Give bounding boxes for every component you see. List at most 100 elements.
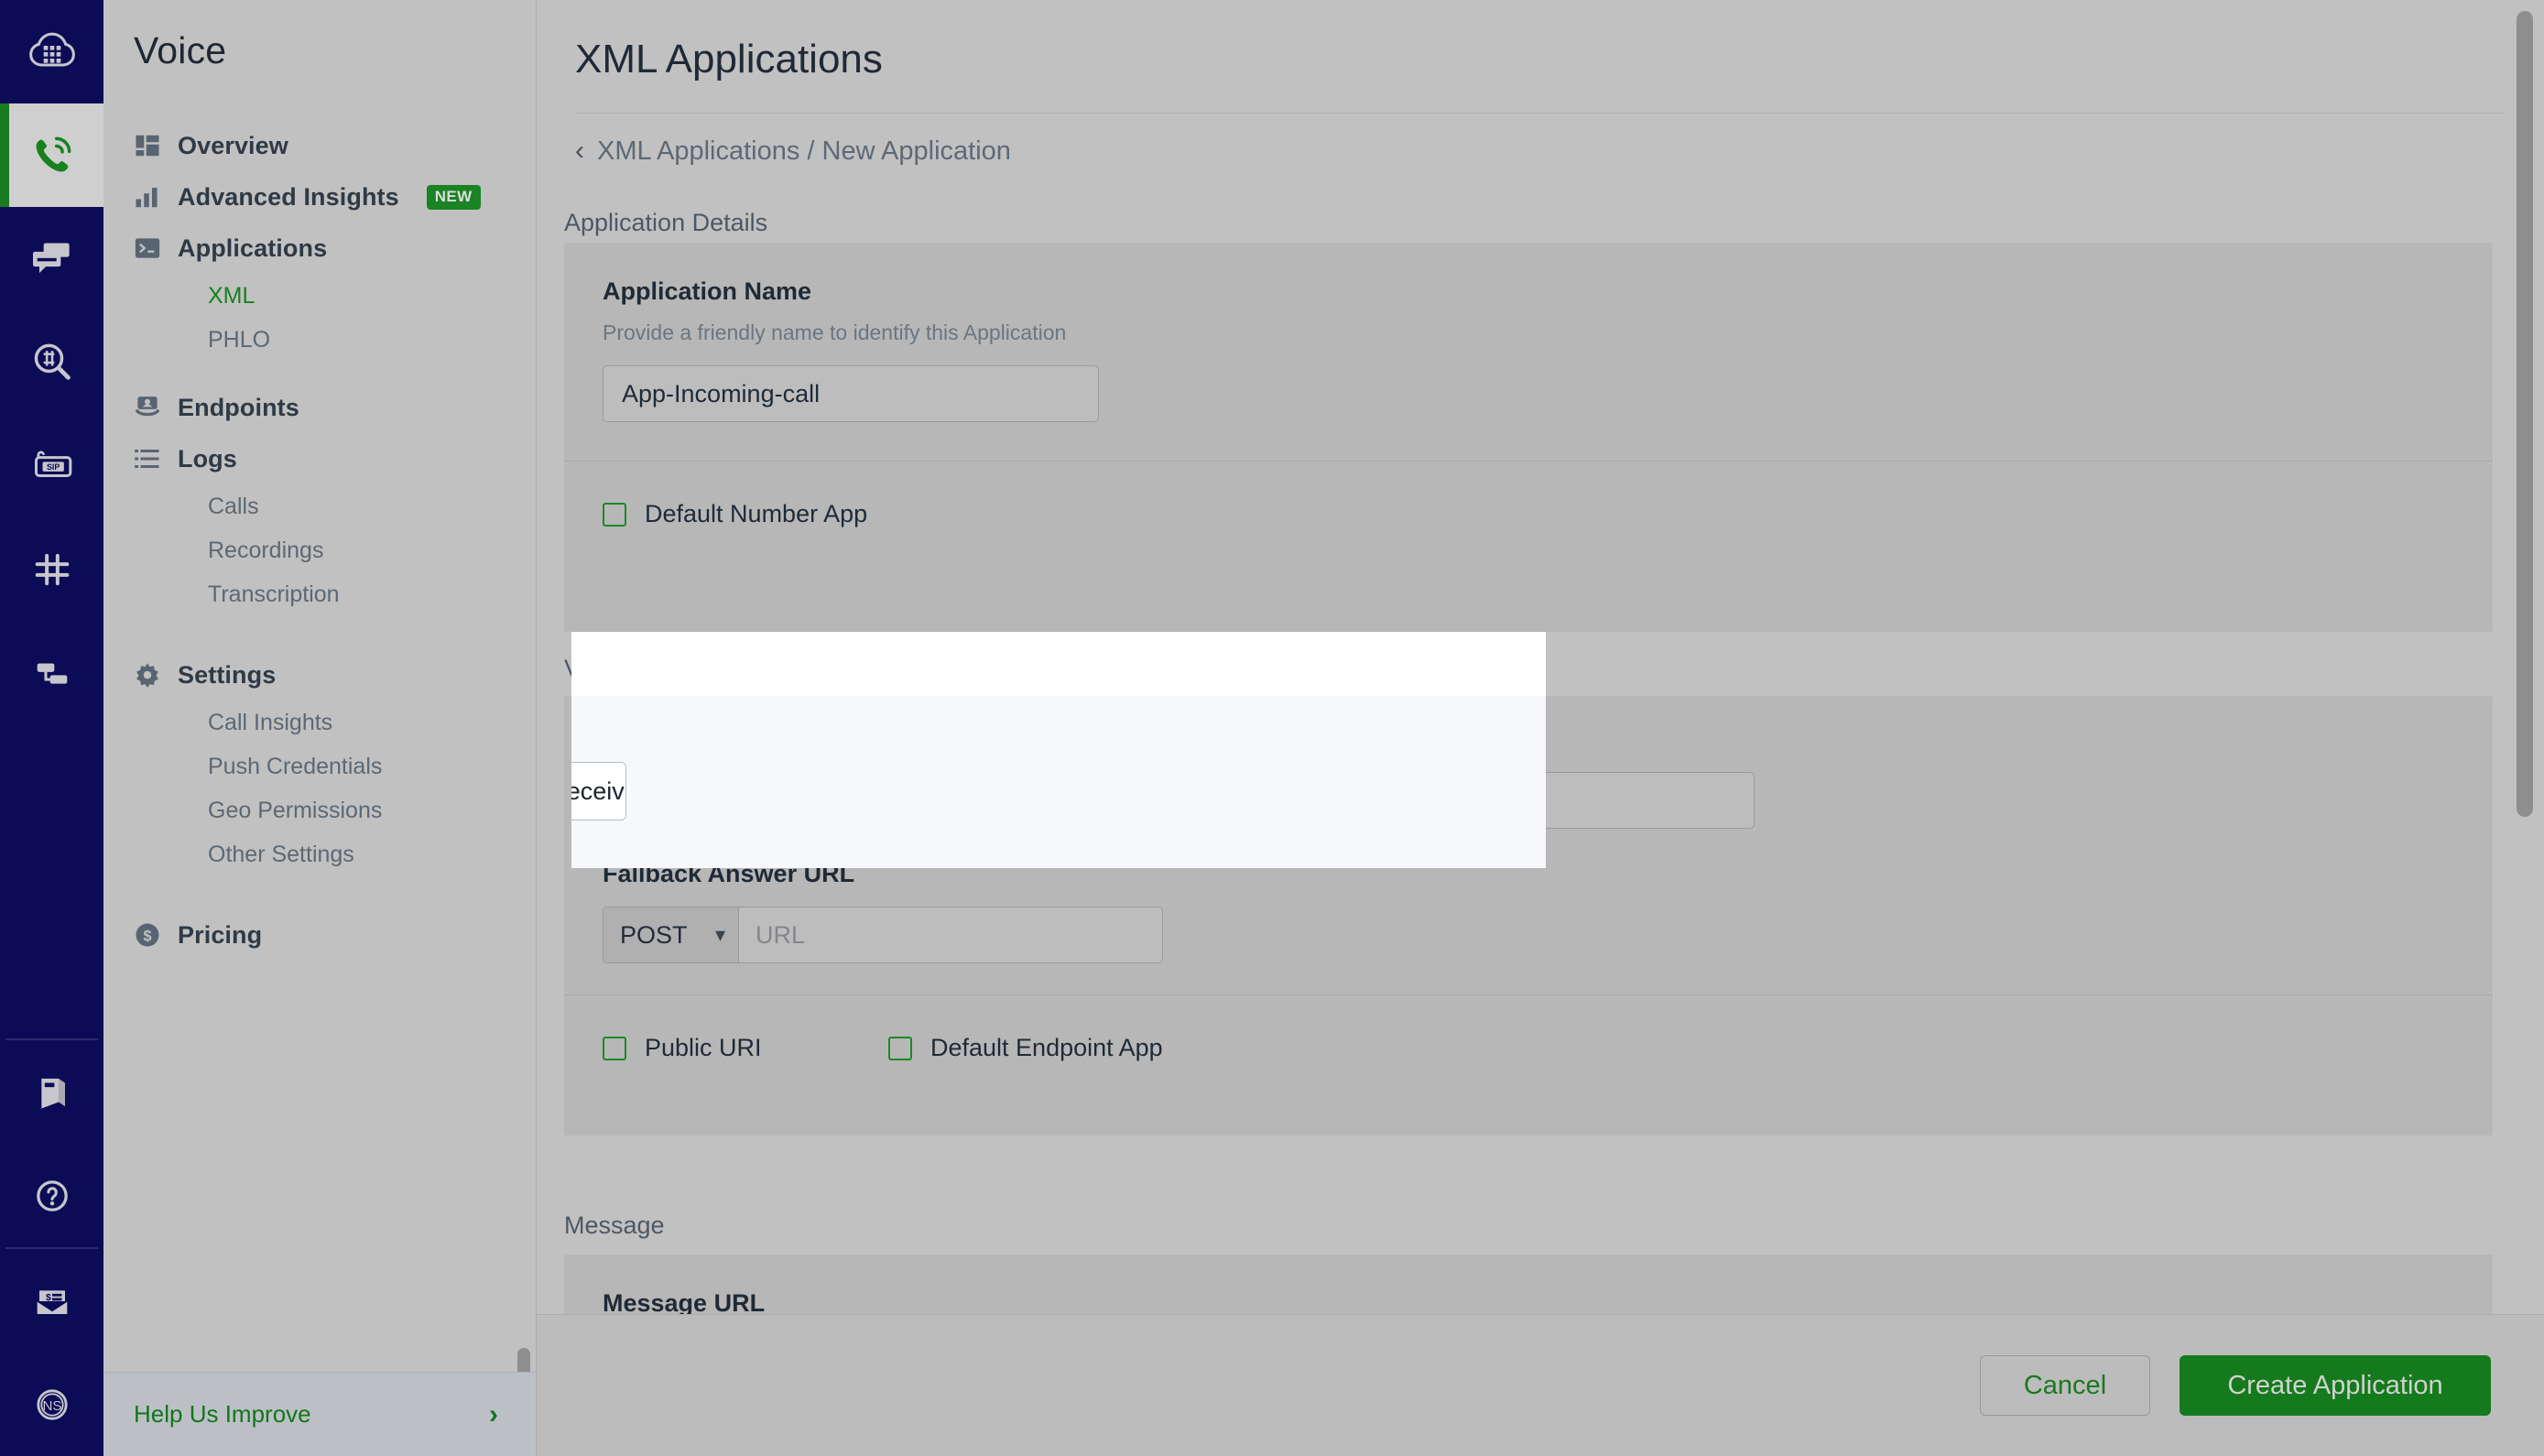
sip-trunking-icon: SIP bbox=[27, 440, 78, 492]
application-name-hint: Provide a friendly name to identify this… bbox=[603, 321, 2493, 345]
rail-item-sip-trunking[interactable]: SIP bbox=[0, 414, 103, 517]
sidebar-item-pricing[interactable]: $ Pricing bbox=[134, 909, 536, 961]
endpoint-icon bbox=[134, 394, 161, 421]
checkbox-public-uri[interactable] bbox=[603, 1037, 626, 1060]
rail-item-messaging[interactable] bbox=[0, 207, 103, 310]
applications-subnav: XML PHLO bbox=[134, 274, 536, 362]
spotlight-primary-answer-url-input[interactable]: https://6764a0cb5536.ngrok.io/receive_ca… bbox=[571, 763, 626, 820]
sidebar-subitem-xml[interactable]: XML bbox=[208, 274, 536, 318]
sidebar-item-label: Logs bbox=[178, 445, 237, 473]
application-details-card: Application Name Provide a friendly name… bbox=[564, 243, 2493, 632]
rail-item-verify[interactable] bbox=[0, 621, 103, 724]
sidebar-item-label: Advanced Insights bbox=[178, 183, 399, 212]
terminal-icon bbox=[134, 234, 161, 262]
sidebar-item-overview[interactable]: Overview bbox=[134, 120, 536, 171]
sidebar-nav: Overview Advanced Insights NEW bbox=[103, 120, 536, 961]
rail-item-account-avatar[interactable]: NS bbox=[0, 1353, 103, 1456]
section-label-application-details: Application Details bbox=[564, 209, 767, 237]
checkbox-default-number-app[interactable] bbox=[603, 503, 626, 527]
fallback-answer-url-group[interactable]: POST ▾ URL bbox=[603, 907, 1163, 963]
voice-checkbox-row: Public URI Default Endpoint App bbox=[564, 995, 2493, 1062]
rail-spacer bbox=[0, 724, 103, 1038]
sidebar-item-label: Settings bbox=[178, 661, 276, 690]
dollar-icon: $ bbox=[134, 921, 161, 949]
breadcrumb[interactable]: ‹ XML Applications / New Application bbox=[575, 136, 1011, 167]
application-name-input[interactable]: App-Incoming-call bbox=[603, 365, 1099, 422]
fallback-answer-url-input[interactable]: URL bbox=[739, 907, 1162, 962]
application-name-label: Application Name bbox=[603, 277, 2493, 306]
help-us-improve-button[interactable]: Help Us Improve › bbox=[103, 1372, 537, 1456]
fallback-answer-url-field: Fallback Answer URL POST ▾ URL bbox=[603, 860, 1163, 963]
bar-chart-icon bbox=[134, 183, 161, 211]
cancel-button[interactable]: Cancel bbox=[1980, 1355, 2150, 1416]
rail-item-number-lookup[interactable] bbox=[0, 310, 103, 414]
svg-text:$: $ bbox=[46, 1291, 51, 1302]
secondary-sidebar: Voice Overview bbox=[103, 0, 537, 1456]
spotlight-content: Voice Primary Answer URL POST ▾ https://… bbox=[571, 632, 1546, 868]
breadcrumb-text: XML Applications / New Application bbox=[597, 136, 1011, 167]
method-value: POST bbox=[620, 921, 688, 950]
voice-phone-icon bbox=[27, 130, 78, 181]
rail-item-docs[interactable] bbox=[0, 1040, 103, 1144]
default-endpoint-app-label: Default Endpoint App bbox=[930, 1034, 1163, 1062]
new-badge: NEW bbox=[427, 185, 481, 210]
form-footer: Cancel Create Application bbox=[537, 1314, 2544, 1456]
default-number-app-checkbox-row[interactable]: Default Number App bbox=[603, 500, 2493, 528]
nav-gap bbox=[134, 616, 536, 649]
sidebar-subitem-transcription[interactable]: Transcription bbox=[208, 572, 536, 616]
default-endpoint-app-checkbox-row[interactable]: Default Endpoint App bbox=[888, 1034, 1163, 1062]
voice-url-row-2: Fallback Answer URL POST ▾ URL bbox=[564, 860, 2493, 994]
sidebar-item-applications[interactable]: Applications bbox=[134, 223, 536, 274]
message-url-row: Message URL bbox=[564, 1255, 2493, 1318]
gear-icon bbox=[134, 661, 161, 689]
settings-subnav: Call Insights Push Credentials Geo Permi… bbox=[134, 701, 536, 876]
svg-text:$: $ bbox=[143, 928, 151, 944]
sidebar-subitem-calls[interactable]: Calls bbox=[208, 484, 536, 528]
sidebar-item-endpoints[interactable]: Endpoints bbox=[134, 382, 536, 433]
help-us-improve-label: Help Us Improve bbox=[134, 1400, 311, 1429]
sidebar-subitem-push-credentials[interactable]: Push Credentials bbox=[208, 744, 536, 788]
sidebar-subitem-recordings[interactable]: Recordings bbox=[208, 528, 536, 572]
app-root: SIP bbox=[0, 0, 2544, 1456]
highlight-spotlight-overlay: Voice Primary Answer URL POST ▾ https://… bbox=[571, 632, 1546, 868]
application-name-value: App-Incoming-call bbox=[622, 380, 820, 408]
default-number-app-row: Default Number App bbox=[564, 462, 2493, 528]
list-icon bbox=[134, 445, 161, 473]
rail-item-billing[interactable]: $ bbox=[0, 1249, 103, 1353]
account-avatar-icon: NS bbox=[27, 1379, 78, 1430]
sidebar-subitem-phlo[interactable]: PHLO bbox=[208, 318, 536, 362]
rail-item-logo[interactable] bbox=[0, 0, 103, 103]
spotlight-voice-card bbox=[571, 696, 1546, 868]
sidebar-subitem-geo-permissions[interactable]: Geo Permissions bbox=[208, 788, 536, 832]
nav-gap bbox=[134, 362, 536, 382]
number-lookup-icon bbox=[27, 337, 78, 388]
fallback-answer-url-method-select[interactable]: POST ▾ bbox=[603, 907, 739, 962]
rail-item-voice[interactable] bbox=[0, 103, 103, 207]
docs-book-icon bbox=[27, 1067, 78, 1118]
spotlight-primary-answer-url-group[interactable]: POST ▾ https://6764a0cb5536.ngrok.io/rec… bbox=[571, 762, 626, 820]
messaging-icon bbox=[27, 234, 78, 285]
sidebar-item-label: Overview bbox=[178, 132, 288, 160]
public-uri-label: Public URI bbox=[645, 1034, 762, 1062]
rail-item-help[interactable] bbox=[0, 1144, 103, 1247]
main-scrollbar[interactable] bbox=[2517, 11, 2533, 817]
sidebar-item-label: Endpoints bbox=[178, 394, 299, 422]
hash-numbers-icon bbox=[27, 544, 78, 595]
svg-text:SIP: SIP bbox=[47, 462, 60, 471]
sidebar-subitem-other-settings[interactable]: Other Settings bbox=[208, 832, 536, 876]
title-divider bbox=[575, 113, 2504, 114]
dashboard-icon bbox=[134, 132, 161, 159]
chevron-right-icon: › bbox=[489, 1399, 498, 1430]
checkbox-default-endpoint-app[interactable] bbox=[888, 1037, 912, 1060]
billing-envelope-icon: $ bbox=[27, 1276, 78, 1327]
sidebar-subitem-call-insights[interactable]: Call Insights bbox=[208, 701, 536, 744]
create-application-button[interactable]: Create Application bbox=[2180, 1355, 2491, 1416]
nav-gap bbox=[134, 876, 536, 909]
page-title: XML Applications bbox=[537, 0, 2544, 82]
sidebar-title: Voice bbox=[103, 0, 536, 72]
sidebar-item-advanced-insights[interactable]: Advanced Insights NEW bbox=[134, 171, 536, 223]
sidebar-item-logs[interactable]: Logs bbox=[134, 433, 536, 484]
rail-item-phone-numbers[interactable] bbox=[0, 517, 103, 621]
sidebar-item-settings[interactable]: Settings bbox=[134, 649, 536, 701]
public-uri-checkbox-row[interactable]: Public URI bbox=[603, 1034, 888, 1062]
